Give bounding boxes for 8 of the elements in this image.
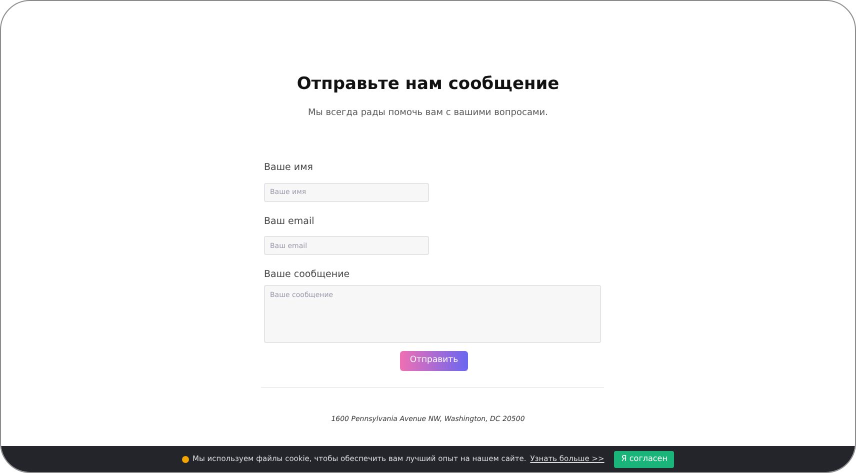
field-label: Ваш email xyxy=(264,214,316,229)
send-button[interactable]: Отправить xyxy=(400,350,468,371)
field-label: Ваше имя xyxy=(264,160,314,175)
field-label: Ваше сообщение xyxy=(264,268,351,282)
page-subtitle: Мы всегда рады помочь вам с вашими вопросами. xyxy=(307,107,549,120)
accept-button[interactable]: Я согласен xyxy=(614,450,674,468)
dot-icon xyxy=(182,456,189,463)
page-title: Отправьте нам сообщение xyxy=(296,74,560,94)
